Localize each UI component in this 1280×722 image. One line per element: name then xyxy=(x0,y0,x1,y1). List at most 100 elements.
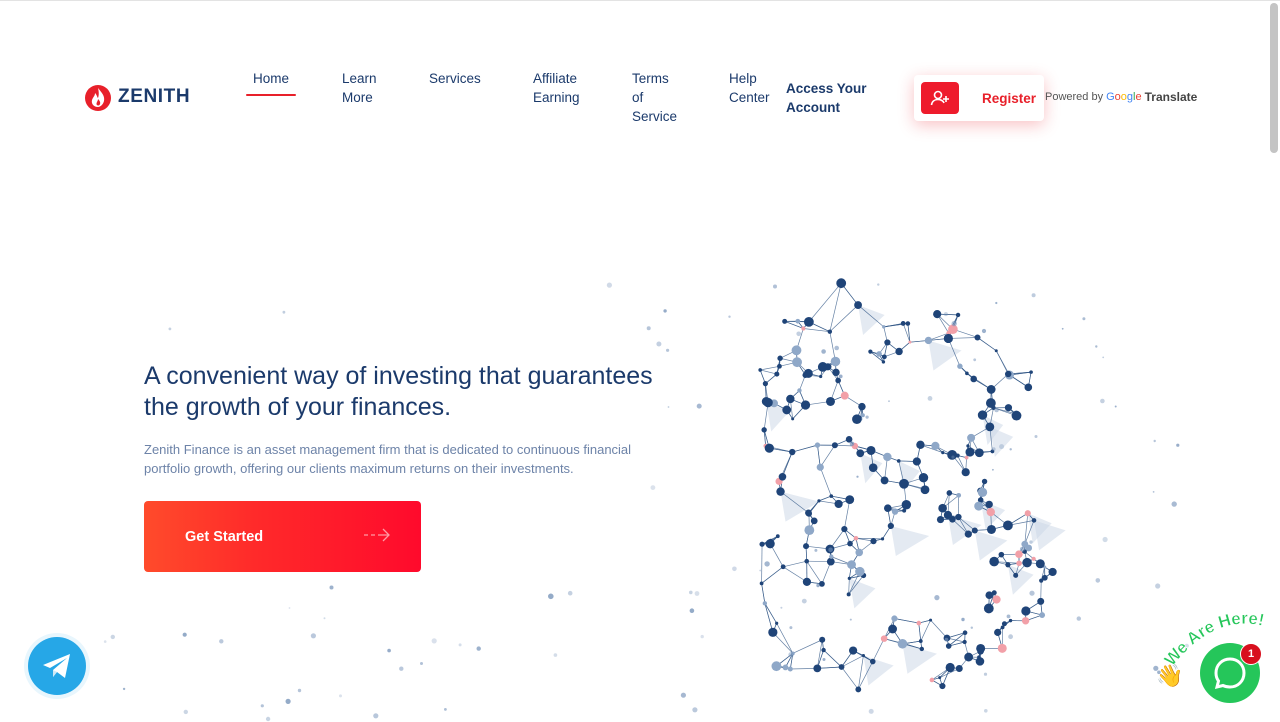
network-edge xyxy=(894,618,919,624)
network-node xyxy=(852,414,862,424)
network-node xyxy=(1048,567,1057,577)
network-node xyxy=(835,377,841,384)
background-dot xyxy=(323,617,326,620)
network-node xyxy=(787,666,793,672)
network-node xyxy=(777,355,783,361)
network-node xyxy=(939,682,946,690)
network-node xyxy=(803,316,814,327)
network-node xyxy=(998,551,1005,558)
network-node xyxy=(836,278,847,289)
network-edge xyxy=(918,623,922,642)
background-dot xyxy=(773,284,777,289)
background-dot xyxy=(927,396,933,401)
network-node xyxy=(992,595,1001,604)
chat-widget[interactable]: We Are Here! 👋 1 xyxy=(1150,601,1280,722)
network-node xyxy=(945,662,955,673)
background-dot xyxy=(650,485,656,490)
background-dot xyxy=(970,626,973,629)
background-dot xyxy=(1008,634,1013,640)
background-dot xyxy=(994,407,999,413)
network-node xyxy=(759,541,765,547)
network-node xyxy=(830,356,841,367)
background-dot xyxy=(828,547,833,553)
network-node xyxy=(831,442,838,449)
background-dot xyxy=(865,415,869,419)
background-dot xyxy=(1034,435,1038,438)
background-dot xyxy=(764,561,770,567)
network-edge xyxy=(792,444,818,453)
background-dot xyxy=(689,608,695,613)
background-dot xyxy=(373,713,379,719)
network-node xyxy=(840,391,849,400)
network-node xyxy=(994,349,998,353)
network-node xyxy=(981,478,988,485)
network-node xyxy=(1004,404,1013,412)
network-edge xyxy=(782,451,793,477)
chat-notification-badge: 1 xyxy=(1240,643,1262,665)
background-dot xyxy=(663,309,667,313)
network-node xyxy=(1024,510,1031,517)
network-node xyxy=(1001,621,1007,627)
network-node xyxy=(986,507,995,517)
network-node xyxy=(955,312,961,318)
network-node xyxy=(936,515,945,524)
network-node xyxy=(985,398,996,408)
network-node xyxy=(802,577,812,586)
network-node xyxy=(997,643,1007,653)
network-node xyxy=(887,522,894,530)
network-node xyxy=(922,485,929,492)
network-node xyxy=(964,652,974,662)
background-dot xyxy=(822,658,826,661)
background-dot xyxy=(285,698,291,705)
network-node xyxy=(918,472,929,483)
network-node xyxy=(1013,572,1019,578)
network-node xyxy=(967,433,976,442)
background-dot xyxy=(868,708,874,714)
network-edge xyxy=(760,365,780,371)
network-edge xyxy=(783,560,807,568)
network-node xyxy=(977,410,988,420)
get-started-label: Get Started xyxy=(185,528,264,545)
network-node xyxy=(771,661,782,672)
network-node xyxy=(829,494,834,498)
network-node xyxy=(868,349,873,354)
network-edge xyxy=(841,666,859,690)
network-node xyxy=(817,499,821,503)
network-node xyxy=(1021,606,1031,616)
network-node xyxy=(929,677,935,683)
background-dot xyxy=(553,653,558,657)
network-node xyxy=(821,647,826,653)
network-node xyxy=(838,664,845,670)
network-node xyxy=(1031,518,1037,523)
network-node xyxy=(880,635,888,642)
scrollbar[interactable] xyxy=(1270,3,1278,153)
network-edge xyxy=(829,304,859,332)
network-edge xyxy=(977,337,997,352)
network-node xyxy=(883,452,892,462)
network-node xyxy=(832,368,840,377)
network-node xyxy=(782,664,789,671)
background-dot xyxy=(973,358,977,362)
background-dot xyxy=(103,640,107,643)
get-started-button[interactable]: Get Started xyxy=(144,501,421,572)
network-node xyxy=(989,556,999,567)
telegram-button[interactable] xyxy=(24,633,90,699)
network-node xyxy=(782,318,788,324)
network-node xyxy=(964,455,969,460)
network-node xyxy=(805,509,812,517)
background-dot xyxy=(1076,616,1082,621)
network-node xyxy=(758,368,762,372)
network-node xyxy=(817,362,828,372)
network-node xyxy=(974,501,984,511)
background-dot xyxy=(696,403,702,409)
background-dot xyxy=(877,283,880,286)
network-node xyxy=(977,487,988,498)
background-dot xyxy=(1029,590,1035,596)
network-node xyxy=(847,540,853,547)
network-node xyxy=(991,590,997,596)
network-node xyxy=(1021,617,1030,625)
network-node xyxy=(933,310,942,319)
background-dot xyxy=(182,632,187,637)
network-node xyxy=(768,627,778,637)
network-node xyxy=(896,459,901,463)
